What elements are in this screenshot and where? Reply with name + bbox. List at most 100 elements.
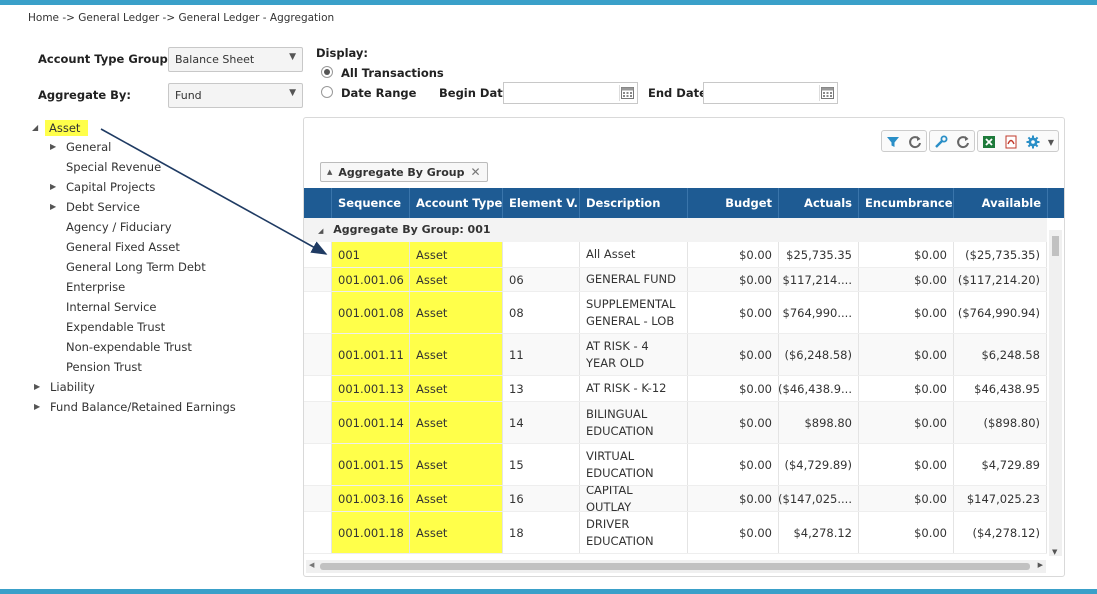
cell-type: Asset	[410, 292, 503, 333]
chevron-down-icon[interactable]: ▼	[1044, 131, 1058, 153]
column-budget[interactable]: Budget	[688, 188, 779, 218]
vertical-scrollbar[interactable]: ▼	[1049, 230, 1062, 556]
cell-actuals: $764,990....	[779, 292, 859, 333]
refresh-icon[interactable]	[904, 131, 926, 153]
tree-node-general[interactable]: General	[66, 140, 111, 154]
aggregate-by-select[interactable]: Fund ▼	[168, 83, 303, 108]
excel-icon[interactable]	[978, 131, 1000, 153]
end-date-label: End Date	[648, 86, 707, 100]
display-label: Display:	[316, 46, 369, 60]
tree-node-fund-balance[interactable]: Fund Balance/Retained Earnings	[50, 400, 236, 414]
tree-node-expendable-trust[interactable]: Expendable Trust	[66, 320, 165, 334]
collapsed-triangle-icon[interactable]: ▶	[50, 142, 56, 151]
cell-elem: 18	[503, 512, 580, 553]
refresh-icon[interactable]	[952, 131, 974, 153]
collapsed-triangle-icon[interactable]: ▶	[50, 202, 56, 211]
grid-header: Sequence Account Type Element V... Descr…	[304, 188, 1064, 218]
scroll-down-icon[interactable]: ▼	[1052, 548, 1057, 556]
row-indent	[304, 402, 332, 443]
tree-node-liability[interactable]: Liability	[50, 380, 95, 394]
row-indent	[304, 334, 332, 375]
cell-enc: $0.00	[859, 292, 954, 333]
row-indent	[304, 444, 332, 485]
tree-node-special-revenue[interactable]: Special Revenue	[66, 160, 161, 174]
cell-desc: All Asset	[580, 242, 688, 267]
date-range-label: Date Range	[341, 86, 417, 100]
cell-actuals: $4,278.12	[779, 512, 859, 553]
group-row[interactable]: ◢ Aggregate By Group: 001	[304, 218, 1047, 242]
table-row[interactable]: 001.001.06 Asset 06 GENERAL FUND $0.00 $117,2…	[304, 268, 1047, 292]
cell-actuals: ($46,438.9...	[779, 376, 859, 401]
tree-node-non-expendable-trust[interactable]: Non-expendable Trust	[66, 340, 192, 354]
grid-toolbar: ▼	[881, 130, 1059, 152]
table-row[interactable]: 001.003.16 Asset 16 CAPITAL OUTLAY $0.00 ($14…	[304, 486, 1047, 512]
cell-type: Asset	[410, 444, 503, 485]
table-row[interactable]: 001 Asset All Asset $0.00 $25,735.35 $0.00 ($2…	[304, 242, 1047, 268]
collapsed-triangle-icon[interactable]: ▶	[50, 182, 56, 191]
tree-node-general-long-term-debt[interactable]: General Long Term Debt	[66, 260, 206, 274]
account-type-group-select[interactable]: Balance Sheet ▼	[168, 47, 303, 72]
wrench-icon[interactable]	[930, 131, 952, 153]
begin-date-label: Begin Date	[439, 86, 511, 100]
column-element-value[interactable]: Element V...	[503, 188, 580, 218]
chevron-down-icon: ▼	[289, 88, 296, 98]
cell-budget: $0.00	[688, 444, 779, 485]
calendar-icon[interactable]	[819, 85, 835, 101]
sort-asc-icon: ▲	[327, 168, 333, 176]
table-row[interactable]: 001.001.15 Asset 15 VIRTUAL EDUCATION $0.00(…	[304, 444, 1047, 486]
collapsed-triangle-icon[interactable]: ▶	[34, 402, 40, 411]
column-sequence[interactable]: Sequence	[332, 188, 410, 218]
cell-seq: 001.001.14	[332, 402, 410, 443]
expanded-triangle-icon[interactable]: ◢	[318, 227, 323, 235]
horizontal-scroll-thumb[interactable]	[320, 563, 1030, 570]
table-row[interactable]: 001.001.18 Asset 18 DRIVER EDUCATION $0.00 $4…	[304, 512, 1047, 554]
table-row[interactable]: 001.001.13 Asset 13 AT RISK - K-12 $0.00 ($46…	[304, 376, 1047, 402]
tree-node-enterprise[interactable]: Enterprise	[66, 280, 125, 294]
cell-desc: DRIVER EDUCATION	[580, 512, 688, 553]
column-actuals[interactable]: Actuals	[779, 188, 859, 218]
table-row[interactable]: 001.001.11 Asset 11 AT RISK - 4 YEAR OLD $0.…	[304, 334, 1047, 376]
tree-node-internal-service[interactable]: Internal Service	[66, 300, 156, 314]
row-indent	[304, 512, 332, 553]
calendar-icon[interactable]	[619, 85, 635, 101]
tree-node-capital-projects[interactable]: Capital Projects	[66, 180, 155, 194]
gear-icon[interactable]	[1022, 131, 1044, 153]
account-type-group-label: Account Type Group:	[38, 52, 173, 66]
horizontal-scrollbar[interactable]: ◀ ▶	[306, 560, 1046, 573]
tree-node-debt-service[interactable]: Debt Service	[66, 200, 140, 214]
column-account-type[interactable]: Account Type	[410, 188, 503, 218]
cell-desc: GENERAL FUND	[580, 268, 688, 291]
cell-actuals: $898.80	[779, 402, 859, 443]
cell-desc: BILINGUAL EDUCATION	[580, 402, 688, 443]
date-range-radio[interactable]	[321, 86, 333, 98]
cell-avail: $46,438.95	[954, 376, 1047, 401]
tree-node-agency-fiduciary[interactable]: Agency / Fiduciary	[66, 220, 172, 234]
cell-enc: $0.00	[859, 512, 954, 553]
filter-icon[interactable]	[882, 131, 904, 153]
begin-date-input[interactable]	[503, 82, 638, 104]
end-date-input[interactable]	[703, 82, 838, 104]
table-row[interactable]: 001.001.14 Asset 14 BILINGUAL EDUCATION $0.0…	[304, 402, 1047, 444]
cell-avail: $147,025.23	[954, 486, 1047, 511]
column-description[interactable]: Description	[580, 188, 688, 218]
close-icon[interactable]: ✕	[470, 165, 480, 179]
tree-node-asset[interactable]: Asset	[45, 120, 89, 136]
column-encumbrance[interactable]: Encumbrance	[859, 188, 954, 218]
aggregation-grid-panel: ▼ ▲ Aggregate By Group ✕ Sequence Accoun…	[303, 117, 1065, 577]
scroll-left-icon[interactable]: ◀	[309, 561, 314, 569]
table-row[interactable]: 001.001.08 Asset 08 SUPPLEMENTAL GENERAL - …	[304, 292, 1047, 334]
tree-node-general-fixed-asset[interactable]: General Fixed Asset	[66, 240, 180, 254]
pdf-icon[interactable]	[1000, 131, 1022, 153]
vertical-scroll-thumb[interactable]	[1052, 236, 1059, 256]
breadcrumb: Home -> General Ledger -> General Ledger…	[28, 12, 335, 24]
expanded-triangle-icon[interactable]: ◢	[32, 123, 38, 132]
cell-enc: $0.00	[859, 376, 954, 401]
cell-avail: ($898.80)	[954, 402, 1047, 443]
row-indent	[304, 242, 332, 267]
tree-node-pension-trust[interactable]: Pension Trust	[66, 360, 142, 374]
column-available[interactable]: Available	[954, 188, 1048, 218]
collapsed-triangle-icon[interactable]: ▶	[34, 382, 40, 391]
all-transactions-radio[interactable]	[321, 66, 333, 78]
scroll-right-icon[interactable]: ▶	[1038, 561, 1043, 569]
group-by-chip[interactable]: ▲ Aggregate By Group ✕	[320, 162, 488, 182]
